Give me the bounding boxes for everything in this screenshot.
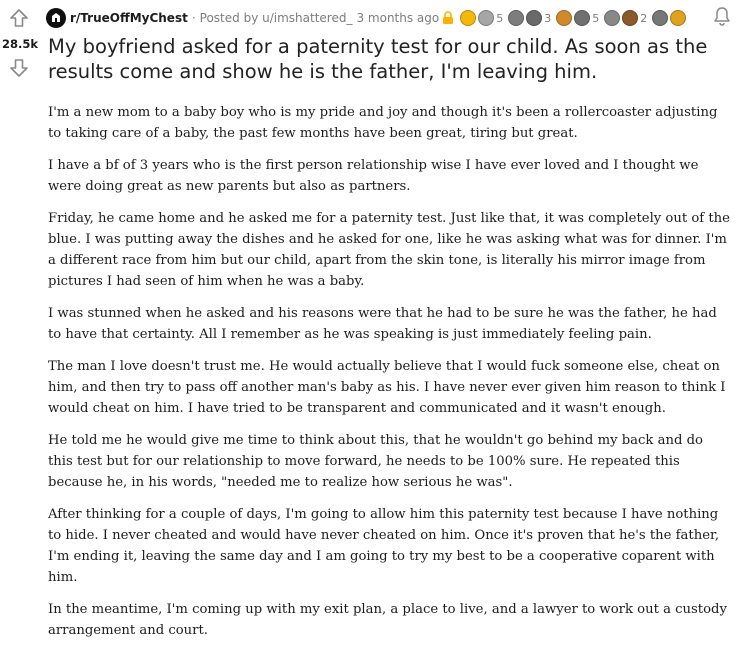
award-silver-icon[interactable]: [478, 10, 495, 26]
follow-bell-icon[interactable]: [713, 6, 731, 26]
award-wholesome-icon[interactable]: [670, 10, 687, 26]
body-paragraph: Friday, he came home and he asked me for…: [48, 211, 730, 289]
awards-list[interactable]: 5 3 5 2: [460, 10, 687, 26]
vote-score: 28.5k: [1, 37, 39, 51]
post-title[interactable]: My boyfriend asked for a paternity test …: [48, 34, 728, 84]
award-cat-icon[interactable]: [604, 10, 621, 26]
post-time[interactable]: 3 months ago: [356, 11, 439, 25]
award-dollar-icon[interactable]: [574, 10, 591, 26]
award-count: 2: [640, 11, 648, 25]
award-trophy-icon[interactable]: [622, 10, 639, 26]
meta-separator: ·: [191, 11, 196, 25]
lock-icon: [443, 11, 454, 24]
downvote-arrow-icon[interactable]: [8, 58, 30, 78]
award-hands-icon[interactable]: [652, 10, 669, 26]
upvote-arrow-icon[interactable]: [8, 8, 30, 28]
body-paragraph: In the meantime, I'm coming up with my e…: [48, 602, 727, 638]
subreddit-avatar-icon[interactable]: [46, 8, 66, 28]
body-paragraph: He told me he would give me time to thin…: [48, 433, 703, 490]
posted-by[interactable]: Posted by u/imshattered_: [200, 11, 353, 25]
subreddit-link[interactable]: r/TrueOffMyChest: [70, 11, 188, 25]
post-meta: r/TrueOffMyChest · Posted by u/imshatter…: [46, 8, 687, 28]
award-f-icon[interactable]: [508, 10, 525, 26]
award-bear-icon[interactable]: [556, 10, 573, 26]
award-count: 5: [496, 11, 504, 25]
body-paragraph: I was stunned when he asked and his reas…: [48, 306, 717, 342]
body-paragraph: The man I love doesn't trust me. He woul…: [48, 359, 726, 416]
award-gold-icon[interactable]: [460, 10, 477, 26]
post-body: I'm a new mom to a baby boy who is my pr…: [48, 102, 730, 652]
body-paragraph: After thinking for a couple of days, I'm…: [48, 507, 720, 585]
body-paragraph: I have a bf of 3 years who is the first …: [48, 158, 699, 194]
award-count: 5: [592, 11, 600, 25]
body-paragraph: I'm a new mom to a baby boy who is my pr…: [48, 105, 718, 141]
award-count: 3: [544, 11, 552, 25]
award-hug-icon[interactable]: [526, 10, 543, 26]
